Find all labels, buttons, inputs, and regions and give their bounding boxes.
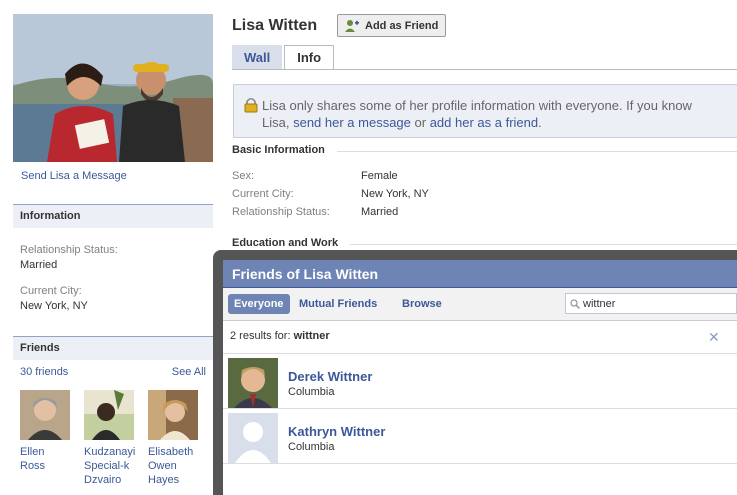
tab-everyone[interactable]: Everyone xyxy=(228,294,290,314)
basic-info-divider xyxy=(337,151,737,152)
list-item[interactable]: Kathryn Wittner Columbia xyxy=(223,409,737,464)
education-title: Education and Work xyxy=(232,237,339,249)
dialog-title: Friends of Lisa Witten xyxy=(223,260,737,288)
info-city-label: Current City: xyxy=(20,285,82,297)
tab-divider xyxy=(232,69,737,70)
profile-name: Lisa Witten xyxy=(232,17,318,34)
add-friend-icon xyxy=(345,19,359,32)
info-row-relationship: Relationship Status: Married xyxy=(232,206,399,218)
close-icon[interactable]: ✕ xyxy=(708,329,720,346)
friend-tile[interactable]: Elisabeth Owen Hayes xyxy=(148,390,200,487)
information-header: Information xyxy=(13,204,213,228)
notice-line-2: Lisa, send her a message or add her as a… xyxy=(262,115,542,130)
friend-avatar[interactable] xyxy=(148,390,198,440)
info-relationship-value: Married xyxy=(20,259,58,271)
send-message-link[interactable]: Send Lisa a Message xyxy=(21,170,213,182)
add-friend-label: Add as Friend xyxy=(365,19,439,32)
add-her-friend-link[interactable]: add her as a friend xyxy=(430,115,538,130)
friend-search-input[interactable] xyxy=(583,297,723,310)
information-body: Relationship Status: Married Current Cit… xyxy=(13,228,213,312)
friends-subheader: 30 friends See All xyxy=(13,360,213,378)
friend-tile[interactable]: Ellen Ross xyxy=(20,390,72,487)
friend-tile[interactable]: Kudzanayi Special-k Dzvairo xyxy=(84,390,136,487)
friends-dialog: Friends of Lisa Witten Everyone Mutual F… xyxy=(213,250,737,495)
list-item[interactable]: Derek Wittner Columbia xyxy=(223,354,737,409)
basic-info-title: Basic Information xyxy=(232,144,325,156)
result-avatar[interactable] xyxy=(228,358,278,408)
default-avatar-icon[interactable] xyxy=(228,413,278,463)
info-row-city: Current City: New York, NY xyxy=(232,188,429,200)
left-column: Send Lisa a Message Information Relation… xyxy=(13,14,213,487)
friend-name[interactable]: Ellen Ross xyxy=(20,445,72,473)
friend-avatar[interactable] xyxy=(20,390,70,440)
see-all-link[interactable]: See All xyxy=(172,366,206,378)
education-divider xyxy=(350,244,737,245)
info-relationship-label: Relationship Status: xyxy=(20,244,118,256)
tab-browse[interactable]: Browse xyxy=(396,294,448,314)
tab-wall[interactable]: Wall xyxy=(232,45,283,70)
friend-grid: Ellen Ross Kudzanayi Special-k Dzvairo E… xyxy=(13,378,213,487)
friend-avatar[interactable] xyxy=(84,390,134,440)
info-row-sex: Sex: Female xyxy=(232,170,398,182)
notice-line-1: Lisa only shares some of her profile inf… xyxy=(262,98,692,113)
friend-name[interactable]: Kudzanayi Special-k Dzvairo xyxy=(84,445,136,487)
result-network: Columbia xyxy=(288,441,335,453)
search-icon xyxy=(570,298,580,309)
friend-search-box[interactable] xyxy=(565,293,737,314)
tab-info[interactable]: Info xyxy=(284,45,335,70)
friends-count-link[interactable]: 30 friends xyxy=(20,366,68,378)
friends-header: Friends xyxy=(13,336,213,360)
results-summary: 2 results for: wittner ✕ xyxy=(223,321,737,354)
profile-tabs: Wall Info xyxy=(232,45,335,70)
friends-dialog-body: Friends of Lisa Witten Everyone Mutual F… xyxy=(223,260,737,495)
info-city-value: New York, NY xyxy=(20,300,88,312)
profile-photo[interactable] xyxy=(13,14,213,162)
result-name[interactable]: Derek Wittner xyxy=(288,369,372,384)
tab-mutual-friends[interactable]: Mutual Friends xyxy=(293,294,383,314)
send-her-message-link[interactable]: send her a message xyxy=(293,115,411,130)
friend-name[interactable]: Elisabeth Owen Hayes xyxy=(148,445,200,487)
result-name[interactable]: Kathryn Wittner xyxy=(288,424,385,439)
result-network: Columbia xyxy=(288,386,335,398)
add-friend-button[interactable]: Add as Friend xyxy=(337,14,447,37)
lock-icon xyxy=(244,97,258,113)
results-query: wittner xyxy=(293,330,330,342)
privacy-notice: Lisa only shares some of her profile inf… xyxy=(233,84,737,138)
dialog-toolbar: Everyone Mutual Friends Browse xyxy=(223,288,737,321)
